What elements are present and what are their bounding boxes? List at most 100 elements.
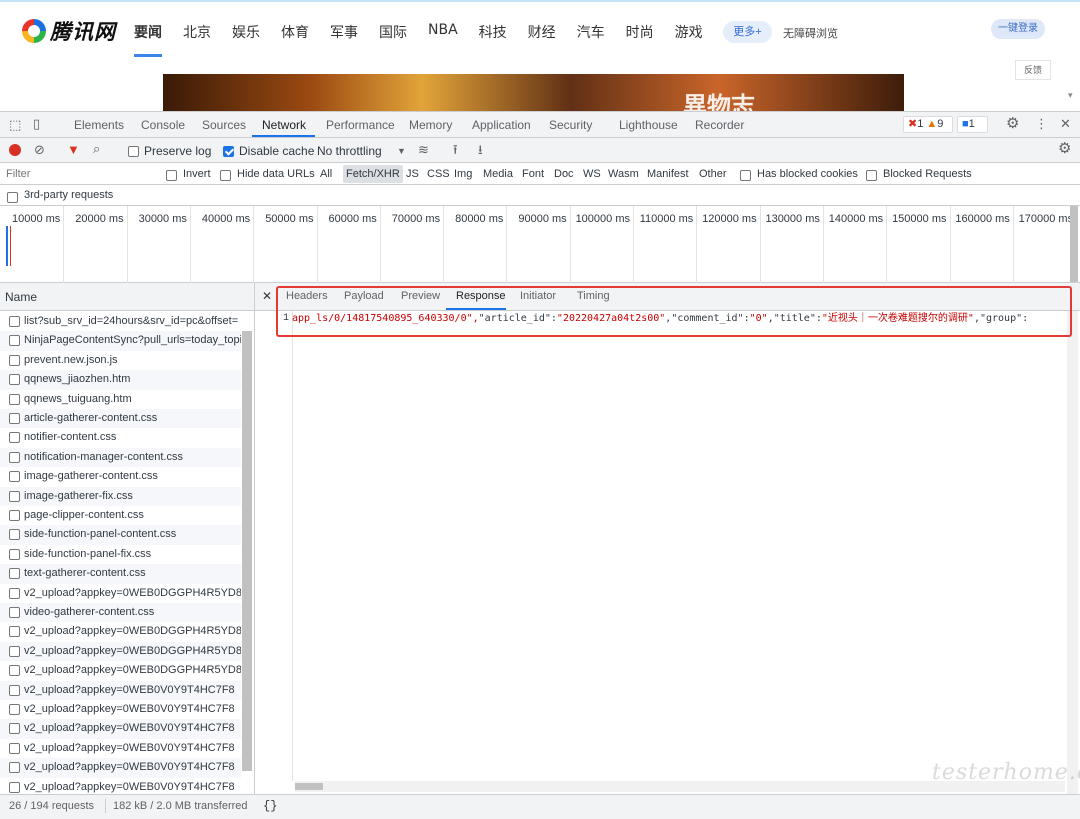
request-checkbox[interactable] <box>9 335 20 347</box>
request-checkbox[interactable] <box>9 742 20 754</box>
clear-icon[interactable]: ⊘ <box>34 143 45 157</box>
preserve-log-checkbox[interactable] <box>128 144 139 158</box>
request-checkbox[interactable] <box>9 607 20 618</box>
tab-console[interactable]: Console <box>141 118 185 132</box>
request-row[interactable]: v2_upload?appkey=0WEB0V0Y9T4HC7F8 <box>0 758 241 778</box>
request-checkbox[interactable] <box>9 645 20 657</box>
request-checkbox[interactable] <box>9 354 20 366</box>
request-row[interactable]: prevent.new.json.js <box>0 350 241 371</box>
tab-recorder[interactable]: Recorder <box>695 118 744 132</box>
filter-type-img[interactable]: Img <box>454 168 472 180</box>
nav-item[interactable]: NBA <box>428 22 458 42</box>
tab-application[interactable]: Application <box>472 118 531 132</box>
request-row[interactable]: v2_upload?appkey=0WEB0V0Y9T4HC7F8 <box>0 680 241 701</box>
chevron-down-icon[interactable]: ▼ <box>397 144 406 158</box>
tab-memory[interactable]: Memory <box>409 118 452 132</box>
request-row[interactable]: side-function-panel-content.css <box>0 525 241 545</box>
invert-checkbox[interactable] <box>166 168 177 182</box>
filter-type-other[interactable]: Other <box>699 168 727 180</box>
tab-performance[interactable]: Performance <box>326 118 395 132</box>
nav-item[interactable]: 游戏 <box>675 22 703 42</box>
request-checkbox[interactable] <box>9 529 20 541</box>
request-list-scrollbar[interactable] <box>242 331 252 771</box>
request-row[interactable]: notification-manager-content.css <box>0 447 241 468</box>
nav-item[interactable]: 军事 <box>330 22 358 42</box>
network-conditions-icon[interactable]: ≋ <box>418 143 429 157</box>
request-row[interactable]: list?sub_srv_id=24hours&srv_id=pc&offset… <box>0 312 241 332</box>
nav-item[interactable]: 要闻 <box>134 22 162 57</box>
disable-cache-checkbox[interactable] <box>223 144 234 158</box>
pretty-print-button[interactable]: {} <box>263 799 277 813</box>
more-button[interactable]: 更多+ <box>723 21 772 43</box>
network-settings-gear-icon[interactable]: ⚙ <box>1058 141 1071 156</box>
request-row[interactable]: notifier-content.css <box>0 428 241 448</box>
more-options-icon[interactable]: ⋮ <box>1035 117 1048 131</box>
request-checkbox[interactable] <box>9 762 20 774</box>
filter-type-wasm[interactable]: Wasm <box>608 168 639 180</box>
filter-input[interactable] <box>2 165 154 183</box>
page-scroll-arrow-icon[interactable]: ▾ <box>1068 90 1078 104</box>
request-row[interactable]: side-function-panel-fix.css <box>0 544 241 565</box>
request-checkbox[interactable] <box>9 374 20 386</box>
record-icon[interactable] <box>9 144 21 156</box>
timeline-overview[interactable]: 10000 ms 20000 ms 30000 ms 40000 ms 50000 ms… <box>0 206 1080 283</box>
request-checkbox[interactable] <box>9 568 20 580</box>
filter-type-all[interactable]: All <box>320 168 332 180</box>
close-detail-icon[interactable]: ✕ <box>262 289 272 303</box>
blocked-cookies-checkbox[interactable] <box>740 168 751 182</box>
request-checkbox[interactable] <box>9 490 20 502</box>
request-checkbox[interactable] <box>9 626 20 638</box>
filter-type-doc[interactable]: Doc <box>554 168 574 180</box>
search-icon[interactable]: ⌕ <box>93 142 100 156</box>
nav-item[interactable]: 国际 <box>379 22 407 42</box>
request-row[interactable]: text-gatherer-content.css <box>0 564 241 584</box>
timeline-scrollbar[interactable] <box>1070 206 1078 282</box>
request-checkbox[interactable] <box>9 587 20 599</box>
nav-item[interactable]: 汽车 <box>577 22 605 42</box>
messages-badge[interactable]: ■1 <box>957 116 988 133</box>
request-row[interactable]: image-gatherer-fix.css <box>0 486 241 507</box>
filter-type-media[interactable]: Media <box>483 168 513 180</box>
request-checkbox[interactable] <box>9 704 20 715</box>
nav-item[interactable]: 时尚 <box>626 22 654 42</box>
request-row[interactable]: v2_upload?appkey=0WEB0DGGPH4R5YD8 <box>0 661 241 681</box>
request-row[interactable]: qqnews_tuiguang.htm <box>0 389 241 410</box>
request-checkbox[interactable] <box>9 684 20 696</box>
request-row[interactable]: qqnews_jiaozhen.htm <box>0 370 241 390</box>
request-row[interactable]: v2_upload?appkey=0WEB0V0Y9T4HC7F8 <box>0 738 241 759</box>
response-viewer[interactable]: 1 app_ls/0/14817540895_640330/0","articl… <box>255 311 1080 794</box>
nav-item[interactable]: 娱乐 <box>232 22 260 42</box>
issues-badge[interactable]: ✖1 ▲9 <box>903 116 953 133</box>
nav-item[interactable]: 北京 <box>183 22 211 42</box>
request-checkbox[interactable] <box>9 316 20 327</box>
tab-security[interactable]: Security <box>549 118 592 132</box>
tab-lighthouse[interactable]: Lighthouse <box>619 118 678 132</box>
name-column-header[interactable]: Name <box>0 283 255 311</box>
tab-network[interactable]: Network <box>262 118 306 132</box>
nav-item[interactable]: 财经 <box>528 22 556 42</box>
request-row[interactable]: v2_upload?appkey=0WEB0V0Y9T4HC7F8 <box>0 719 241 739</box>
export-har-icon[interactable]: ⭳ <box>478 143 483 157</box>
nav-item[interactable]: 体育 <box>281 22 309 42</box>
request-checkbox[interactable] <box>9 413 20 424</box>
tab-sources[interactable]: Sources <box>202 118 246 132</box>
throttling-select[interactable]: No throttling <box>317 144 382 158</box>
banner-ad[interactable]: 異物志 <box>163 74 904 111</box>
request-row[interactable]: page-clipper-content.css <box>0 506 241 526</box>
filter-type-font[interactable]: Font <box>522 168 544 180</box>
hide-data-urls-checkbox[interactable] <box>220 168 231 182</box>
filter-funnel-icon[interactable]: ▼ <box>67 143 80 157</box>
site-logo[interactable]: 腾讯网 <box>22 16 116 46</box>
nav-item[interactable]: 科技 <box>479 22 507 42</box>
request-row[interactable]: NinjaPageContentSync?pull_urls=today_top… <box>0 331 241 351</box>
request-row[interactable]: image-gatherer-content.css <box>0 467 241 487</box>
request-checkbox[interactable] <box>9 781 20 793</box>
close-devtools-icon[interactable]: ✕ <box>1060 117 1071 131</box>
request-checkbox[interactable] <box>9 393 20 405</box>
import-har-icon[interactable]: ⭱ <box>453 143 458 157</box>
device-toggle-icon[interactable]: ▯ <box>33 117 40 131</box>
request-checkbox[interactable] <box>9 665 20 677</box>
request-row[interactable]: v2_upload?appkey=0WEB0DGGPH4R5YD8 <box>0 583 241 604</box>
request-checkbox[interactable] <box>9 510 20 521</box>
login-button[interactable]: 一键登录 <box>991 19 1045 39</box>
